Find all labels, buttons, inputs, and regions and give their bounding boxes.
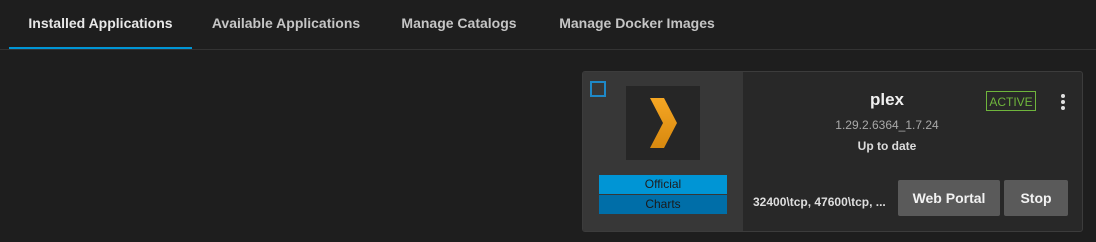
more-vert-icon[interactable] <box>1055 92 1071 114</box>
app-version: 1.29.2.6364_1.7.24 <box>835 118 939 132</box>
app-select-checkbox[interactable] <box>590 81 606 97</box>
app-ports: 32400\tcp, 47600\tcp, ... <box>753 195 886 209</box>
status-badge: ACTIVE <box>986 91 1036 111</box>
app-update-status: Up to date <box>857 139 917 153</box>
app-tabs: Installed Applications Available Applica… <box>0 0 1096 50</box>
tab-available-applications[interactable]: Available Applications <box>205 0 367 48</box>
web-portal-button[interactable]: Web Portal <box>898 180 1000 216</box>
plex-chevron-icon <box>626 86 700 160</box>
app-card-left-panel: Official Charts <box>583 72 743 231</box>
charts-badge: Charts <box>599 195 727 214</box>
tab-manage-docker-images[interactable]: Manage Docker Images <box>550 0 724 48</box>
tab-installed-applications[interactable]: Installed Applications <box>9 0 192 49</box>
official-badge: Official <box>599 175 727 194</box>
app-card-plex: Official Charts plex 1.29.2.6364_1.7.24 … <box>582 71 1083 232</box>
stop-button[interactable]: Stop <box>1004 180 1068 216</box>
tab-manage-catalogs[interactable]: Manage Catalogs <box>390 0 528 48</box>
